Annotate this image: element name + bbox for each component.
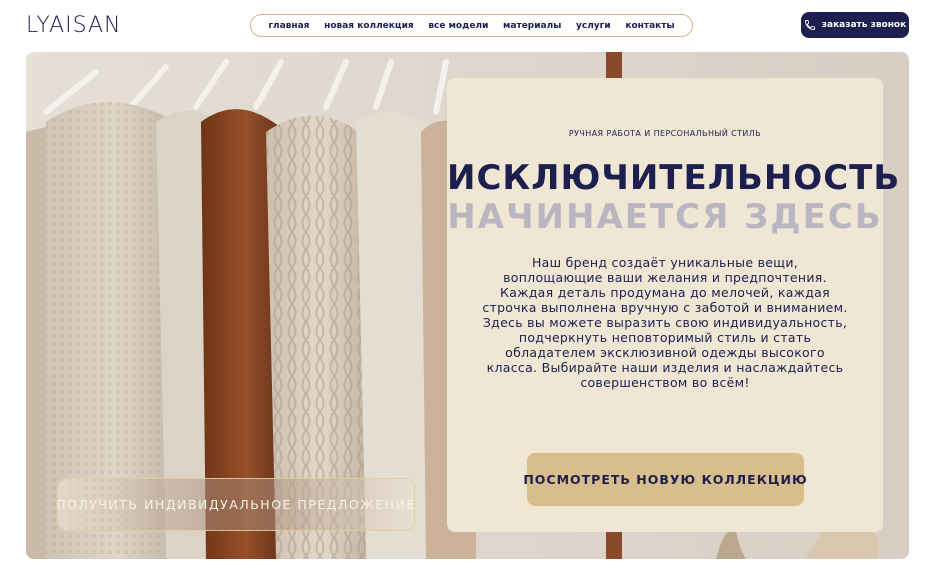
nav-item-services[interactable]: услуги bbox=[576, 21, 611, 31]
main-nav: главная новая коллекция все модели матер… bbox=[250, 14, 693, 37]
hero-headline-secondary: начинается здесь bbox=[447, 197, 883, 237]
view-new-collection-button[interactable]: посмотреть новую коллекцию bbox=[523, 453, 807, 506]
hero-info-panel: ручная работа и персональный стиль исклю… bbox=[447, 78, 901, 532]
nav-item-materials[interactable]: материалы bbox=[503, 21, 561, 31]
hero-description: Наш бренд создаёт уникальные вещи, вопло… bbox=[482, 255, 848, 390]
individual-offer-label: получить индивидуальное предложение bbox=[56, 497, 416, 512]
order-call-label: заказать звонок bbox=[821, 20, 907, 30]
hero-section: получить индивидуальное предложение ручн… bbox=[26, 52, 909, 559]
hero-headline-primary: исключительность bbox=[447, 158, 901, 198]
individual-offer-button[interactable]: получить индивидуальное предложение bbox=[56, 478, 416, 531]
brand-logo[interactable]: LYAISAN bbox=[26, 12, 121, 38]
nav-item-home[interactable]: главная bbox=[268, 21, 309, 31]
order-call-button[interactable]: заказать звонок bbox=[801, 12, 909, 38]
phone-icon bbox=[804, 20, 815, 30]
view-new-collection-label: посмотреть новую коллекцию bbox=[523, 472, 808, 487]
hero-tagline: ручная работа и персональный стиль bbox=[568, 129, 762, 138]
nav-item-contacts[interactable]: контакты bbox=[625, 21, 674, 31]
nav-item-all-models[interactable]: все модели bbox=[428, 21, 488, 31]
nav-item-new-collection[interactable]: новая коллекция bbox=[324, 21, 414, 31]
